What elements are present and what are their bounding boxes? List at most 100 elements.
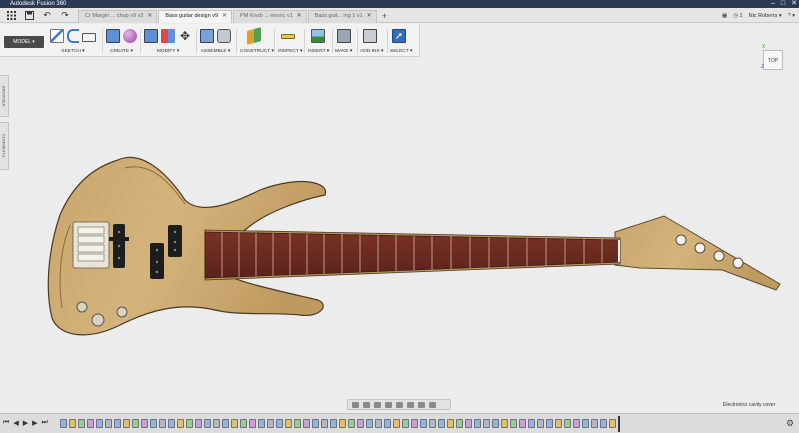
timeline-feature[interactable]	[528, 419, 535, 428]
timeline-feature[interactable]	[168, 419, 175, 428]
timeline-feature[interactable]	[123, 419, 130, 428]
zoom-icon[interactable]	[385, 401, 392, 408]
undo-icon[interactable]: ↶	[40, 9, 54, 21]
timeline-feature[interactable]	[492, 419, 499, 428]
save-icon[interactable]	[22, 9, 36, 21]
timeline-feature[interactable]	[555, 419, 562, 428]
timeline-feature[interactable]	[204, 419, 211, 428]
help-menu[interactable]: ? ▾	[788, 13, 795, 19]
timeline-feature[interactable]	[78, 419, 85, 428]
blend-knob[interactable]	[116, 306, 128, 318]
timeline-feature[interactable]	[339, 419, 346, 428]
timeline-feature[interactable]	[240, 419, 247, 428]
timeline-feature[interactable]	[258, 419, 265, 428]
timeline-feature[interactable]	[483, 419, 490, 428]
close-tab-icon[interactable]: ✕	[147, 10, 152, 23]
timeline-feature[interactable]	[213, 419, 220, 428]
timeline-feature[interactable]	[267, 419, 274, 428]
timeline-feature[interactable]	[69, 419, 76, 428]
timeline-feature[interactable]	[546, 419, 553, 428]
timeline-feature[interactable]	[330, 419, 337, 428]
timeline-feature[interactable]	[132, 419, 139, 428]
fit-icon[interactable]	[396, 401, 403, 408]
document-tab[interactable]: PM Knob ... enoric v1 ✕	[233, 9, 307, 23]
timeline-feature[interactable]	[222, 419, 229, 428]
document-tab[interactable]: Cr Margin ... chup v9 v2 ✕	[78, 9, 158, 23]
create-group[interactable]: CREATE ▾	[106, 27, 137, 57]
select-cursor-icon[interactable]: ➚	[392, 29, 406, 43]
timeline-feature[interactable]	[141, 419, 148, 428]
sketch-group[interactable]: SKETCH ▾	[50, 27, 96, 57]
timeline-feature[interactable]	[114, 419, 121, 428]
timeline-feature[interactable]	[249, 419, 256, 428]
sphere-icon[interactable]	[123, 29, 137, 43]
go-to-start-icon[interactable]: ⏮	[3, 419, 9, 427]
maximize-button[interactable]: □	[781, 0, 785, 8]
timeline-feature[interactable]	[420, 419, 427, 428]
display-settings-icon[interactable]	[407, 401, 414, 408]
timeline-feature[interactable]	[195, 419, 202, 428]
tuner-hole[interactable]	[694, 242, 706, 254]
grid-icon[interactable]	[4, 9, 18, 21]
gear-icon[interactable]: ⚙	[786, 418, 794, 429]
new-component-icon[interactable]	[200, 29, 214, 43]
modify-group[interactable]: ✥ MODIFY ▾	[144, 27, 192, 57]
timeline-feature[interactable]	[411, 419, 418, 428]
timeline-feature[interactable]	[465, 419, 472, 428]
go-to-end-icon[interactable]: ⏭	[41, 419, 47, 427]
minimize-button[interactable]: –	[771, 0, 775, 8]
timeline-feature[interactable]	[60, 419, 67, 428]
timeline-feature[interactable]	[402, 419, 409, 428]
timeline-feature[interactable]	[510, 419, 517, 428]
tuner-hole[interactable]	[675, 234, 687, 246]
tuner-hole[interactable]	[732, 257, 744, 269]
timeline-feature[interactable]	[582, 419, 589, 428]
timeline-feature[interactable]	[357, 419, 364, 428]
timeline-feature[interactable]	[186, 419, 193, 428]
timeline-feature[interactable]	[87, 419, 94, 428]
timeline-feature[interactable]	[159, 419, 166, 428]
new-tab-button[interactable]: +	[382, 10, 387, 23]
job-status[interactable]: ◷ 1	[733, 13, 742, 19]
timeline-feature[interactable]	[519, 419, 526, 428]
timeline-feature[interactable]	[609, 419, 616, 428]
timeline-feature[interactable]	[150, 419, 157, 428]
document-tab-active[interactable]: Bass guitar design v9 ✕	[158, 9, 233, 23]
timeline-feature[interactable]	[366, 419, 373, 428]
view-cube-face[interactable]: TOP	[763, 50, 783, 70]
select-group[interactable]: ➚ SELECT ▾	[390, 27, 412, 57]
timeline-feature[interactable]	[285, 419, 292, 428]
inspect-group[interactable]: INSPECT ▾	[278, 27, 302, 57]
joint-icon[interactable]	[217, 29, 231, 43]
timeline-feature[interactable]	[429, 419, 436, 428]
neck-pickup-lower[interactable]	[150, 243, 164, 279]
step-forward-icon[interactable]: ▶	[32, 419, 37, 427]
timeline-feature[interactable]	[438, 419, 445, 428]
close-tab-icon[interactable]: ✕	[297, 10, 302, 23]
measure-icon[interactable]	[281, 33, 295, 39]
timeline-feature[interactable]	[105, 419, 112, 428]
headstock[interactable]	[614, 215, 781, 291]
combine-icon[interactable]	[161, 29, 175, 43]
timeline-feature[interactable]	[564, 419, 571, 428]
timeline-feature[interactable]	[276, 419, 283, 428]
neck-pickup-upper[interactable]	[168, 225, 182, 257]
tone-knob[interactable]	[91, 313, 105, 327]
timeline-feature[interactable]	[474, 419, 481, 428]
offset-plane-icon[interactable]	[247, 27, 261, 45]
timeline-feature[interactable]	[96, 419, 103, 428]
timeline-feature[interactable]	[303, 419, 310, 428]
timeline-feature[interactable]	[321, 419, 328, 428]
close-tab-icon[interactable]: ✕	[222, 10, 227, 23]
timeline-feature[interactable]	[348, 419, 355, 428]
timeline-feature[interactable]	[384, 419, 391, 428]
insert-image-icon[interactable]	[311, 29, 325, 43]
close-tab-icon[interactable]: ✕	[367, 10, 372, 23]
press-pull-icon[interactable]	[144, 29, 158, 43]
viewports-icon[interactable]	[429, 401, 436, 408]
timeline-marker[interactable]	[618, 416, 620, 432]
view-cube[interactable]: X TOP Z	[757, 44, 787, 74]
assemble-group[interactable]: ASSEMBLE ▾	[200, 27, 231, 57]
timeline-feature[interactable]	[231, 419, 238, 428]
viewport-canvas[interactable]	[0, 58, 799, 413]
